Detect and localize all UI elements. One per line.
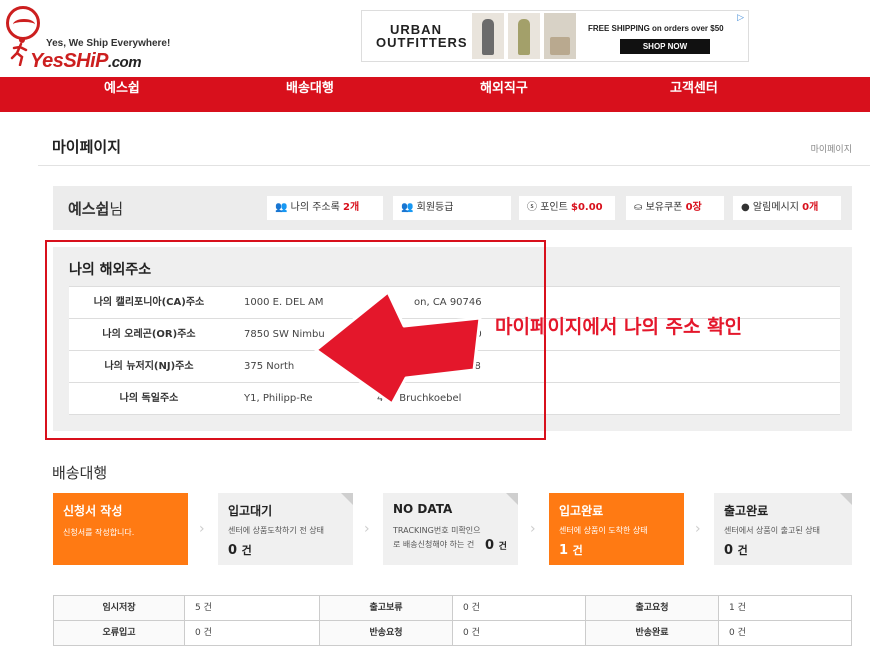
address-book-label: 나의 주소록 bbox=[290, 202, 340, 213]
page-title: 마이페이지 bbox=[52, 138, 122, 156]
ad-shop-button[interactable]: SHOP NOW bbox=[620, 39, 710, 54]
summary-value[interactable]: 0 건 bbox=[453, 621, 586, 646]
username-suffix: 님 bbox=[109, 200, 124, 218]
stage-write-application[interactable]: 신청서 작성 신청서를 작성합니다. bbox=[53, 493, 188, 565]
chevron-right-icon: › bbox=[695, 521, 701, 537]
arrow-left-icon bbox=[314, 290, 482, 406]
adchoices-icon[interactable]: ▷ bbox=[737, 13, 744, 23]
address-book-count: 2개 bbox=[343, 202, 360, 213]
stage-count-unit: 건 bbox=[572, 544, 583, 557]
stage-count-unit: 건 bbox=[498, 542, 507, 552]
points-button[interactable]: ⓢ 포인트 $0.00 bbox=[519, 196, 615, 220]
summary-value[interactable]: 0 건 bbox=[185, 621, 320, 646]
corner-fold bbox=[341, 493, 353, 505]
messages-label: 알림메시지 bbox=[752, 202, 799, 213]
ad-photo bbox=[508, 13, 540, 59]
summary-key: 출고보류 bbox=[320, 596, 453, 621]
logo-word: YesSHiP bbox=[30, 50, 109, 72]
username: 예스쉽님 bbox=[68, 198, 123, 219]
stage-title: NO DATA bbox=[393, 502, 453, 516]
summary-value[interactable]: 5 건 bbox=[185, 596, 320, 621]
summary-key: 출고요청 bbox=[586, 596, 719, 621]
table-row: 오류입고 0 건 반송요청 0 건 반송완료 0 건 bbox=[54, 621, 852, 646]
globe-icon bbox=[6, 6, 40, 40]
people-icon: 👥 bbox=[275, 202, 288, 213]
stage-no-data[interactable]: NO DATA TRACKING번호 미확인으로 배송신청해야 하는 건 0 건 bbox=[383, 493, 518, 565]
stage-count: 0 건 bbox=[724, 542, 748, 558]
username-text: 예스쉽 bbox=[68, 200, 110, 218]
shipping-section-title: 배송대행 bbox=[52, 464, 108, 482]
coupon-label: 보유쿠폰 bbox=[645, 202, 683, 213]
nav-item-customer-center[interactable]: 고객센터 bbox=[670, 77, 718, 112]
stage-title: 입고완료 bbox=[559, 504, 604, 518]
chevron-right-icon: › bbox=[364, 521, 370, 537]
speech-bubble-icon: ● bbox=[741, 202, 750, 213]
member-grade-button[interactable]: 👥 회원등급 bbox=[393, 196, 511, 220]
stage-count: 0 건 bbox=[485, 538, 507, 553]
stage-desc: 센터에 상품도착하기 전 상태 bbox=[228, 526, 324, 535]
user-summary-bar: 예스쉽님 👥 나의 주소록 2개 👥 회원등급 ⓢ 포인트 $0.00 ⛀ 보유… bbox=[53, 186, 852, 230]
dollar-icon: ⓢ bbox=[527, 202, 537, 213]
nav-item-yesship[interactable]: 예스쉽 bbox=[104, 77, 140, 112]
stage-title: 입고대기 bbox=[228, 504, 273, 518]
stage-count-value: 0 bbox=[228, 543, 238, 558]
nav-item-direct-purchase[interactable]: 해외직구 bbox=[480, 77, 528, 112]
yesship-logo[interactable]: Yes, We Ship Everywhere! YesSHiP.com bbox=[4, 6, 204, 72]
corner-fold bbox=[840, 493, 852, 505]
stage-title: 신청서 작성 bbox=[63, 504, 123, 518]
ad-photo bbox=[544, 13, 576, 59]
stage-count-value: 0 bbox=[724, 543, 734, 558]
summary-value[interactable]: 0 건 bbox=[719, 621, 852, 646]
shipping-summary-table: 임시저장 5 건 출고보류 0 건 출고요청 1 건 오류입고 0 건 반송요청… bbox=[53, 595, 852, 646]
people-icon: 👥 bbox=[401, 202, 414, 213]
stage-count-value: 0 bbox=[485, 538, 495, 553]
points-value: $0.00 bbox=[570, 202, 603, 213]
main-nav: 예스쉽 배송대행 해외직구 고객센터 bbox=[0, 77, 870, 112]
logo-domain: .com bbox=[108, 54, 142, 71]
table-row: 임시저장 5 건 출고보류 0 건 출고요청 1 건 bbox=[54, 596, 852, 621]
points-label: 포인트 bbox=[540, 202, 568, 213]
runner-icon bbox=[10, 37, 28, 66]
annotation-callout: 마이페이지에서 나의 주소 확인 bbox=[495, 316, 743, 338]
stage-count: 0 건 bbox=[228, 542, 252, 558]
corner-fold bbox=[506, 493, 518, 505]
summary-key: 반송요청 bbox=[320, 621, 453, 646]
coupon-button[interactable]: ⛀ 보유쿠폰 0장 bbox=[626, 196, 724, 220]
member-grade-label: 회원등급 bbox=[416, 202, 454, 213]
coupon-icon: ⛀ bbox=[634, 202, 643, 213]
summary-value[interactable]: 0 건 bbox=[453, 596, 586, 621]
stage-shipped[interactable]: 출고완료 센터에서 상품이 출고된 상태 0 건 bbox=[714, 493, 852, 565]
messages-button[interactable]: ● 알림메시지 0개 bbox=[733, 196, 841, 220]
ad-banner[interactable]: URBAN OUTFITTERS FREE SHIPPING on orders… bbox=[361, 10, 749, 62]
ad-photo bbox=[472, 13, 504, 59]
stage-title: 출고완료 bbox=[724, 504, 769, 518]
breadcrumb[interactable]: 마이페이지 bbox=[811, 142, 852, 155]
summary-key: 임시저장 bbox=[54, 596, 185, 621]
stage-desc: 센터에 상품이 도착한 상태 bbox=[559, 526, 648, 535]
summary-value[interactable]: 1 건 bbox=[719, 596, 852, 621]
stage-awaiting-arrival[interactable]: 입고대기 센터에 상품도착하기 전 상태 0 건 bbox=[218, 493, 353, 565]
coupon-count: 0장 bbox=[685, 202, 702, 213]
divider bbox=[38, 165, 870, 166]
stage-arrived[interactable]: 입고완료 센터에 상품이 도착한 상태 1 건 bbox=[549, 493, 684, 565]
stage-desc: 신청서를 작성합니다. bbox=[63, 528, 135, 537]
chevron-right-icon: › bbox=[530, 521, 536, 537]
stage-count-unit: 건 bbox=[737, 544, 748, 557]
stage-count-unit: 건 bbox=[241, 544, 252, 557]
ad-text: FREE SHIPPING on orders over $50 bbox=[588, 24, 724, 33]
logo-tagline: Yes, We Ship Everywhere! bbox=[46, 38, 171, 49]
address-book-button[interactable]: 👥 나의 주소록 2개 bbox=[267, 196, 383, 220]
logo-wordmark: YesSHiP.com bbox=[30, 50, 142, 73]
stage-desc: 센터에서 상품이 출고된 상태 bbox=[724, 526, 820, 535]
messages-count: 0개 bbox=[802, 202, 819, 213]
summary-key: 반송완료 bbox=[586, 621, 719, 646]
chevron-right-icon: › bbox=[199, 521, 205, 537]
site-header: Yes, We Ship Everywhere! YesSHiP.com URB… bbox=[0, 0, 870, 78]
nav-item-shipping[interactable]: 배송대행 bbox=[286, 77, 334, 112]
stage-count-value: 1 bbox=[559, 543, 569, 558]
stage-count: 1 건 bbox=[559, 542, 583, 558]
stage-desc: TRACKING번호 미확인으로 배송신청해야 하는 건 bbox=[393, 526, 481, 549]
ad-brand: URBAN OUTFITTERS bbox=[376, 22, 468, 50]
summary-key: 오류입고 bbox=[54, 621, 185, 646]
